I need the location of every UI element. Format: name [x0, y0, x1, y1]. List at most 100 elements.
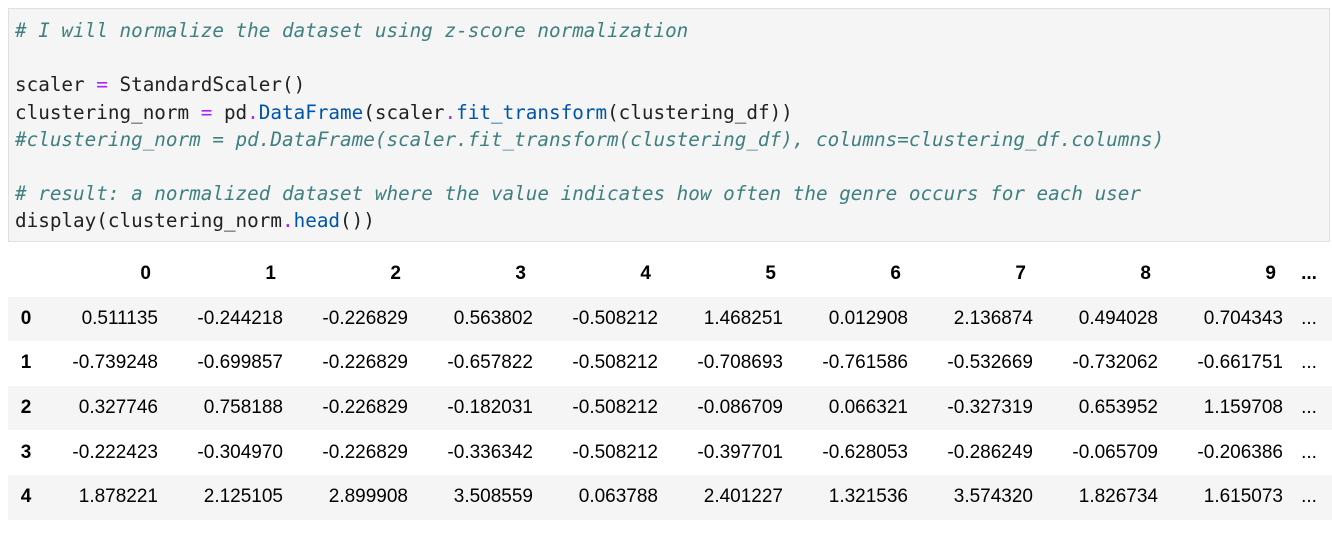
row-index: 0: [20, 307, 32, 329]
column-header: 9: [1265, 263, 1276, 285]
code-token: display(clustering_norm: [15, 209, 282, 233]
column-header: 1: [265, 263, 276, 285]
code-token: ()): [340, 209, 375, 233]
code-token: DataFrame: [258, 100, 364, 124]
table-row: 1 -0.739248 -0.699857 -0.226829 -0.657822 -0.…: [8, 341, 1332, 386]
code-line: # result: a normalized dataset where the…: [15, 182, 1141, 205]
table-cell: 1.159708: [1203, 397, 1283, 419]
row-index: 2: [20, 397, 32, 419]
table-cell: ...: [1301, 352, 1317, 374]
table-cell: -0.086709: [697, 397, 783, 419]
table-header-row: 0 1 2 3 4 5 6 7 8 9...: [8, 252, 1332, 297]
table-cell: ...: [1301, 486, 1317, 508]
table-cell: -0.182031: [447, 397, 533, 419]
table-cell: -0.508212: [572, 307, 658, 329]
table-cell: -0.508212: [572, 397, 658, 419]
code-token: head: [293, 209, 341, 233]
table-cell: 0.653952: [1078, 397, 1158, 419]
table-cell: 0.066321: [828, 397, 908, 419]
table-cell: -0.739248: [72, 352, 158, 374]
table-cell: 1.826734: [1078, 486, 1158, 508]
table-cell: 1.321536: [828, 486, 908, 508]
table-cell: 2.125105: [203, 486, 283, 508]
table-cell: 0.012908: [828, 307, 908, 329]
output-table: 0 1 2 3 4 5 6 7 8 9... 0 0.511135 -0.244218 -0.22682…: [8, 252, 1332, 520]
table-cell: 0.063788: [578, 486, 658, 508]
table-cell: 1.615073: [1203, 486, 1283, 508]
code-token: =: [96, 73, 108, 97]
table-cell: -0.397701: [697, 441, 783, 463]
code-line: clustering_norm = pd.DataFrame(scaler.fi…: [15, 101, 793, 124]
table-row: 3 -0.222423 -0.304970 -0.226829 -0.336342 -0.…: [8, 430, 1332, 475]
code-token: # result: a normalized dataset where the…: [15, 182, 1142, 206]
code-token: clustering_norm: [15, 100, 201, 124]
table-cell: -0.065709: [1072, 441, 1158, 463]
code-token: .: [444, 100, 457, 124]
table-cell: ...: [1301, 307, 1317, 329]
code-line: scaler = StandardScaler(): [15, 73, 305, 96]
code-token: .: [282, 209, 294, 233]
column-header: ...: [1301, 263, 1317, 285]
table-cell: 2.899908: [328, 486, 408, 508]
column-header: 3: [515, 263, 526, 285]
table-cell: 0.704343: [1203, 307, 1283, 329]
code-token: pd: [212, 100, 248, 124]
column-header: 7: [1015, 263, 1026, 285]
table-cell: -0.226829: [322, 441, 408, 463]
table-cell: -0.286249: [947, 441, 1033, 463]
column-header: 6: [890, 263, 901, 285]
column-header: 5: [765, 263, 776, 285]
table-row: 2 0.327746 0.758188 -0.226829 -0.182031 -0.50…: [8, 385, 1332, 431]
table-cell: -0.244218: [197, 307, 283, 329]
index-header: [8, 252, 44, 297]
table-cell: 1.878221: [78, 486, 158, 508]
table-cell: 2.136874: [953, 307, 1033, 329]
table-cell: 3.508559: [453, 486, 533, 508]
code-line: # I will normalize the dataset using z-s…: [15, 19, 688, 42]
code-token: .: [247, 100, 259, 124]
table-cell: -0.661751: [1197, 352, 1283, 374]
table-row: 4 1.878221 2.125105 2.899908 3.508559 0.06378…: [8, 474, 1332, 520]
table-cell: -0.508212: [572, 441, 658, 463]
table-cell: ...: [1301, 397, 1317, 419]
table-cell: 0.494028: [1078, 307, 1158, 329]
table-cell: -0.226829: [322, 397, 408, 419]
code-line: display(clustering_norm.head()): [15, 209, 375, 232]
table-cell: -0.532669: [947, 352, 1033, 374]
code-token: StandardScaler(): [107, 73, 306, 97]
table-cell: -0.226829: [322, 307, 408, 329]
code-line: #clustering_norm = pd.DataFrame(scaler.f…: [15, 128, 1164, 151]
table-cell: 0.511135: [81, 307, 158, 329]
table-cell: 0.563802: [453, 307, 533, 329]
code-token: (scaler: [363, 100, 445, 124]
table-row: 0 0.511135 -0.244218 -0.226829 0.563802 -0.50…: [8, 296, 1332, 342]
table-cell: -0.327319: [947, 397, 1033, 419]
code-cell[interactable]: # I will normalize the dataset using z-s…: [8, 8, 1330, 242]
column-header: 4: [640, 263, 651, 285]
table-cell: 3.574320: [953, 486, 1033, 508]
table-cell: -0.657822: [447, 352, 533, 374]
row-index: 3: [20, 441, 32, 463]
table-cell: 2.401227: [703, 486, 783, 508]
table-cell: -0.226829: [322, 352, 408, 374]
table-cell: -0.761586: [822, 352, 908, 374]
code-token: # I will normalize the dataset using z-s…: [15, 19, 689, 42]
code-token: scaler: [15, 73, 97, 97]
code-token: =: [200, 100, 213, 124]
row-index: 4: [20, 486, 32, 508]
table-cell: ...: [1301, 441, 1317, 463]
code-token: #clustering_norm = pd.DataFrame(scaler.f…: [15, 127, 1165, 151]
table-cell: 1.468251: [703, 307, 783, 329]
table-cell: 0.758188: [203, 397, 283, 419]
column-header: 0: [140, 263, 151, 285]
code-editor[interactable]: # I will normalize the dataset using z-s…: [15, 17, 1164, 235]
code-token: (clustering_df)): [607, 100, 793, 124]
table-cell: -0.222423: [72, 441, 158, 463]
code-token: fit_transform: [456, 100, 608, 124]
table-cell: -0.206386: [1197, 441, 1283, 463]
table-cell: -0.628053: [822, 441, 908, 463]
row-index: 1: [20, 352, 32, 374]
table-cell: -0.508212: [572, 352, 658, 374]
column-header: 2: [390, 263, 401, 285]
table-cell: -0.708693: [697, 352, 783, 374]
